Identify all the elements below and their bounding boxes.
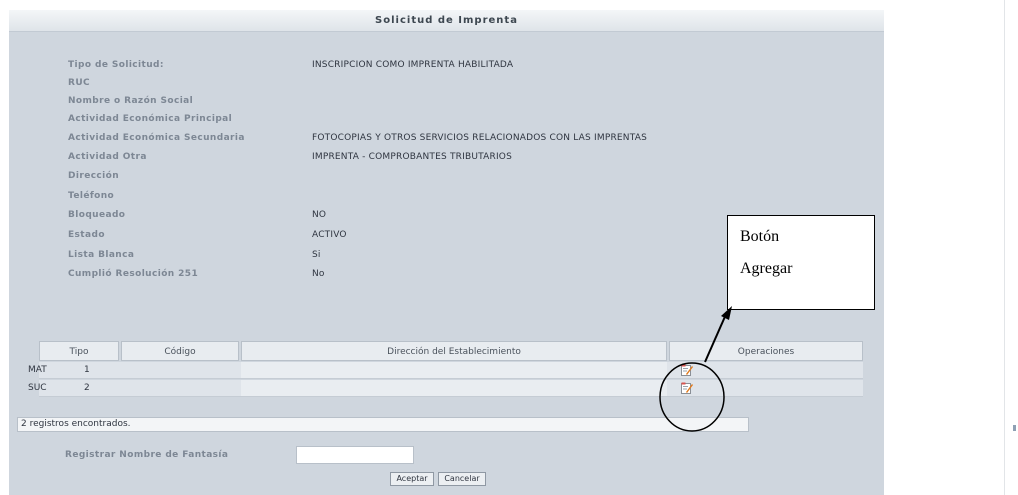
accept-button[interactable]: Aceptar (390, 472, 434, 486)
field-label-bloqueado: Bloqueado (68, 210, 126, 220)
fantasy-name-input[interactable] (296, 446, 414, 464)
cell-direccion (241, 362, 667, 378)
field-label-direccion: Dirección (68, 171, 120, 181)
field-label-telefono: Teléfono (68, 191, 115, 201)
field-label-ruc: RUC (68, 78, 91, 88)
fantasy-name-label: Registrar Nombre de Fantasía (65, 450, 229, 460)
field-label-razon-social: Nombre o Razón Social (68, 96, 194, 106)
panel-title: Solicitud de Imprenta (9, 10, 884, 32)
cell-codigo: 1 (84, 365, 90, 375)
annotation-line-1: Botón (740, 228, 780, 245)
field-label-actividad-otra: Actividad Otra (68, 152, 147, 162)
field-label-actividad-principal: Actividad Económica Principal (68, 114, 233, 124)
field-label-lista-blanca: Lista Blanca (68, 250, 135, 260)
field-value-bloqueado: NO (312, 210, 327, 220)
column-header-direccion[interactable]: Dirección del Establecimiento (241, 341, 667, 361)
column-header-codigo[interactable]: Código (121, 341, 239, 361)
edit-note-icon[interactable] (681, 382, 693, 394)
field-value-actividad-otra: IMPRENTA - COMPROBANTES TRIBUTARIOS (312, 152, 512, 162)
table-header: Tipo Código Dirección del Establecimient… (39, 341, 863, 361)
table-row: MAT 1 (28, 362, 863, 379)
scrollbar-edge[interactable] (1004, 0, 1018, 495)
field-value-tipo-solicitud: INSCRIPCION COMO IMPRENTA HABILITADA (312, 60, 514, 70)
field-label-resolucion: Cumplió Resolución 251 (68, 269, 199, 279)
annotation-box: Botón Agregar (727, 215, 875, 310)
table-row: SUC 2 (28, 380, 863, 397)
field-value-estado: ACTIVO (312, 230, 347, 240)
field-label-tipo-solicitud: Tipo de Solicitud: (68, 60, 164, 70)
field-label-actividad-secundaria: Actividad Económica Secundaria (68, 133, 245, 143)
field-label-estado: Estado (68, 230, 105, 240)
column-header-tipo[interactable]: Tipo (39, 341, 119, 361)
column-header-operaciones[interactable]: Operaciones (669, 341, 863, 361)
field-value-resolucion: No (312, 269, 325, 279)
cancel-button[interactable]: Cancelar (438, 472, 486, 486)
cell-codigo: 2 (84, 383, 90, 393)
annotation-line-2: Agregar (740, 260, 793, 277)
records-count: 2 registros encontrados. (17, 417, 749, 432)
scroll-marker (1013, 425, 1016, 431)
cell-direccion (241, 380, 667, 396)
field-value-actividad-secundaria: FOTOCOPIAS Y OTROS SERVICIOS RELACIONADO… (312, 133, 647, 143)
edit-note-icon[interactable] (681, 364, 693, 376)
field-value-lista-blanca: Si (312, 250, 321, 260)
